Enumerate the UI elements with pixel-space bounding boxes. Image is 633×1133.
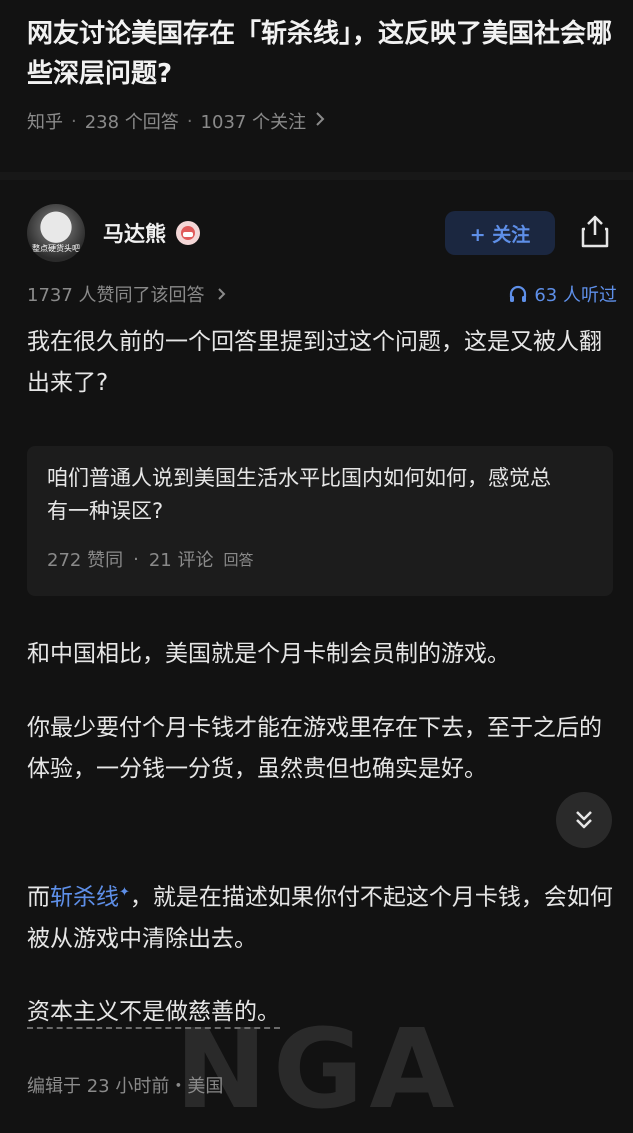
stats-row: 1737 人赞同了该回答 63 人听过	[27, 280, 617, 308]
avatar[interactable]: 整点硬货头吧	[27, 204, 85, 262]
badge-icon	[176, 221, 200, 245]
quoted-comments: 21 评论	[148, 550, 214, 571]
quoted-type: 回答	[223, 550, 254, 569]
answer-count[interactable]: 238 个回答	[85, 108, 179, 134]
quoted-answer-title: 咱们普通人说到美国生活水平比国内如何如何，感觉总有一种误区?	[47, 466, 551, 523]
sparkle-icon: ✦	[119, 885, 130, 900]
separator-dot: ·	[186, 110, 193, 132]
scroll-down-button[interactable]	[556, 792, 612, 848]
author-row: 整点硬货头吧 马达熊 + 关注	[27, 203, 617, 263]
separator-dot: ·	[133, 548, 139, 570]
edited-info: 编辑于 23 小时前・美国	[27, 1076, 224, 1097]
underlined-sentence[interactable]: 资本主义不是做慈善的。	[27, 999, 280, 1029]
chevron-right-icon	[218, 288, 226, 300]
double-chevron-down-icon	[576, 811, 592, 829]
listen-text: 63 人听过	[534, 285, 617, 306]
quoted-votes: 272 赞同	[47, 550, 124, 571]
answer-paragraph-1: 我在很久前的一个回答里提到过这个问题，这是又被人翻出来了?	[27, 329, 602, 396]
answer-paragraph-3: 你最少要付个月卡钱才能在游戏里存在下去，至于之后的体验，一分钱一分货，虽然贵但也…	[27, 715, 602, 782]
quoted-answer-meta: 272 赞同 · 21 评论 回答	[47, 546, 253, 572]
question-header: 网友讨论美国存在「斩杀线」，这反映了美国社会哪些深层问题? 知乎 · 238 个…	[27, 14, 617, 134]
keyword-link[interactable]: 斩杀线	[50, 885, 119, 911]
question-title[interactable]: 网友讨论美国存在「斩杀线」，这反映了美国社会哪些深层问题?	[27, 14, 617, 94]
answer-paragraph-4: 而斩杀线✦，就是在描述如果你付不起这个月卡钱，会如何被从游戏中清除出去。	[27, 872, 617, 960]
question-meta: 知乎 · 238 个回答 · 1037 个关注	[27, 108, 617, 134]
source-label[interactable]: 知乎	[27, 108, 63, 134]
follower-count[interactable]: 1037 个关注	[201, 108, 307, 134]
likes-summary[interactable]: 1737 人赞同了该回答	[27, 281, 228, 307]
answer-paragraph-2: 和中国相比，美国就是个月卡制会员制的游戏。	[27, 641, 510, 667]
likes-text: 1737 人赞同了该回答	[27, 285, 205, 306]
p4-prefix: 而	[27, 884, 50, 911]
headphones-icon	[510, 285, 527, 302]
answer-paragraph-5: 资本主义不是做慈善的。	[27, 992, 617, 1033]
listen-count[interactable]: 63 人听过	[508, 281, 617, 307]
follow-button[interactable]: + 关注	[445, 211, 555, 255]
quoted-answer-card[interactable]: 咱们普通人说到美国生活水平比国内如何如何，感觉总有一种误区? 272 赞同 · …	[27, 446, 613, 596]
author-name[interactable]: 马达熊	[103, 218, 166, 248]
separator-dot: ·	[71, 110, 77, 132]
section-divider	[0, 172, 633, 180]
share-icon[interactable]	[578, 213, 612, 249]
avatar-caption: 整点硬货头吧	[32, 244, 80, 253]
chevron-right-icon[interactable]	[314, 111, 326, 132]
